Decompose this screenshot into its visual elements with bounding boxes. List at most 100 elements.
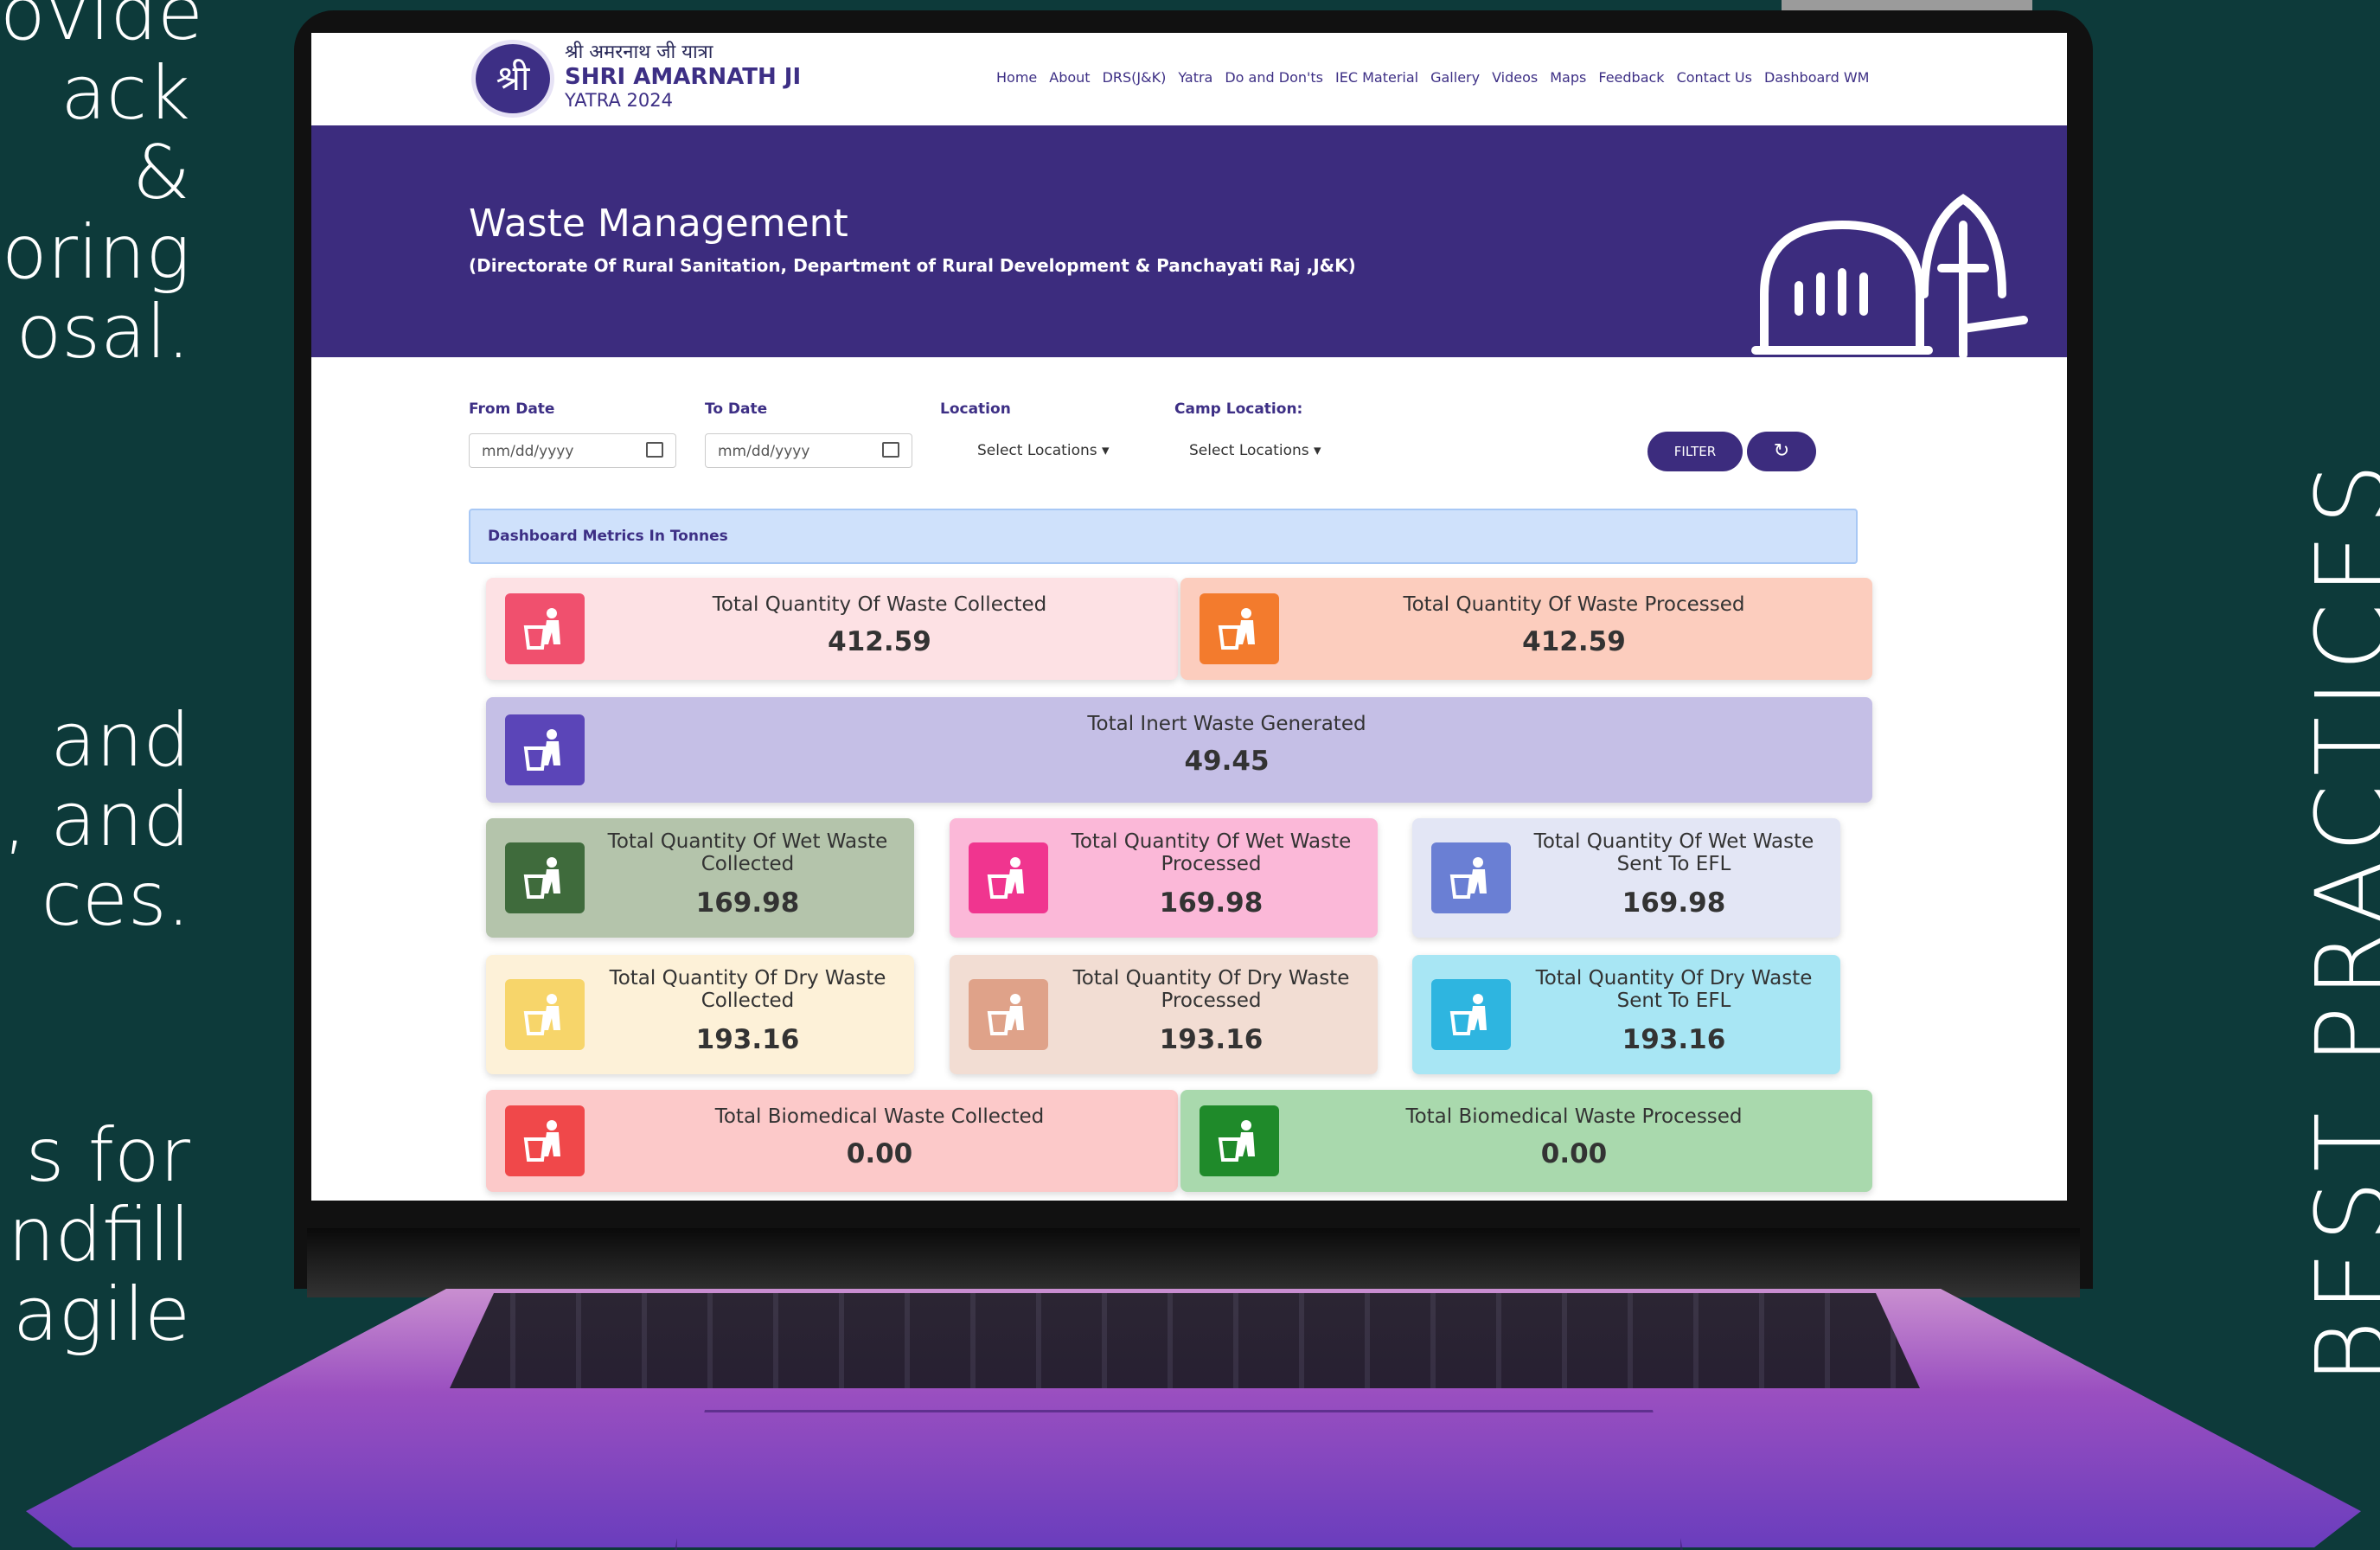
- waste-bin-icon: [1200, 593, 1279, 664]
- slide-line: ndfill: [7, 1192, 190, 1278]
- page-banner: Waste Management (Directorate Of Rural S…: [311, 125, 2067, 357]
- to-date-placeholder: mm/dd/yyyy: [718, 443, 810, 460]
- location-select[interactable]: Select Locations ▾: [977, 442, 1110, 459]
- page-subtitle: (Directorate Of Rural Sanitation, Depart…: [469, 255, 1356, 276]
- waste-bin-icon: [969, 842, 1048, 913]
- waste-bin-icon: [505, 842, 585, 913]
- vertical-title: BEST PRACTICES: [2296, 454, 2380, 1384]
- laptop-screen: श्री श्री अमरनाथ जी यात्रा SHRI AMARNATH…: [311, 33, 2067, 1201]
- waste-bin-icon: [1200, 1105, 1279, 1176]
- metric-value: 412.59: [828, 626, 931, 657]
- waste-bin-icon: [969, 979, 1048, 1050]
- from-date-placeholder: mm/dd/yyyy: [482, 443, 574, 460]
- brand[interactable]: श्री अमरनाथ जी यात्रा SHRI AMARNATH JI Y…: [565, 42, 801, 111]
- slide-line: ces.: [41, 856, 190, 943]
- calendar-icon[interactable]: [646, 442, 663, 458]
- metric-label: Total Quantity Of Wet Waste Collected: [607, 830, 888, 875]
- metric-card: Total Quantity Of Wet Waste Processed 169…: [950, 818, 1378, 938]
- nav-dashboard-wm[interactable]: Dashboard WM: [1764, 69, 1870, 86]
- laptop-trackpad: [675, 1410, 1683, 1550]
- metric-value: 412.59: [1522, 626, 1626, 657]
- slide-line: oring: [2, 209, 190, 296]
- nav-maps[interactable]: Maps: [1550, 69, 1586, 86]
- nav-contact[interactable]: Contact Us: [1677, 69, 1752, 86]
- metric-value: 169.98: [1159, 887, 1264, 919]
- from-date-input[interactable]: mm/dd/yyyy: [469, 433, 676, 468]
- metric-card: Total Quantity Of Dry Waste Sent To EFL 1…: [1412, 955, 1840, 1074]
- nav-about[interactable]: About: [1049, 69, 1090, 86]
- metric-value: 0.00: [846, 1138, 913, 1169]
- slide-text-block-3: s for ndfill agile: [0, 1116, 190, 1355]
- metric-card: Total Quantity Of Dry Waste Collected 193…: [486, 955, 914, 1074]
- nav-yatra[interactable]: Yatra: [1178, 69, 1212, 86]
- metric-value: 0.00: [1540, 1138, 1608, 1169]
- slide-line: ack &: [61, 50, 190, 216]
- metric-label: Total Biomedical Waste Collected: [714, 1105, 1045, 1128]
- location-label: Location: [940, 400, 1011, 418]
- metric-label: Total Quantity Of Dry Waste Sent To EFL: [1535, 967, 1813, 1012]
- calendar-icon[interactable]: [882, 442, 899, 458]
- filter-button[interactable]: FILTER: [1647, 432, 1743, 471]
- metric-label: Total Quantity Of Waste Collected: [712, 593, 1047, 616]
- page-title: Waste Management: [469, 202, 848, 246]
- slide-line: osal.: [16, 289, 190, 375]
- site-logo[interactable]: श्री: [471, 40, 554, 118]
- brand-hindi: श्री अमरनाथ जी यात्रा: [565, 42, 713, 63]
- nav-do-donts[interactable]: Do and Don'ts: [1225, 69, 1323, 86]
- metrics-header: Dashboard Metrics In Tonnes: [469, 509, 1858, 564]
- waste-bin-icon: [1431, 842, 1511, 913]
- to-date-label: To Date: [705, 400, 768, 418]
- camp-location-label: Camp Location:: [1174, 400, 1303, 418]
- metric-value: 193.16: [1159, 1024, 1264, 1055]
- nav-iec-material[interactable]: IEC Material: [1335, 69, 1418, 86]
- from-date-label: From Date: [469, 400, 555, 418]
- slide-line: and: [50, 697, 190, 784]
- slide-line: s for: [25, 1112, 190, 1199]
- waste-bin-icon: [505, 979, 585, 1050]
- brand-name: SHRI AMARNATH JI: [565, 64, 802, 90]
- nav-drs[interactable]: DRS(J&K): [1103, 69, 1167, 86]
- slide-line: agile: [12, 1271, 190, 1358]
- metric-value: 169.98: [695, 887, 800, 919]
- refresh-icon[interactable]: ↻: [1747, 432, 1816, 471]
- nav-feedback[interactable]: Feedback: [1598, 69, 1664, 86]
- metric-card: Total Quantity Of Waste Processed 412.59: [1180, 578, 1872, 680]
- metric-card: Total Quantity Of Waste Collected 412.59: [486, 578, 1178, 680]
- metric-card: Total Biomedical Waste Collected 0.00: [486, 1090, 1178, 1192]
- metric-label: Total Quantity Of Wet Waste Processed: [1071, 830, 1352, 875]
- slide-line: ovide: [0, 0, 203, 57]
- metric-label: Total Biomedical Waste Processed: [1405, 1105, 1743, 1128]
- waste-bin-icon: [505, 593, 585, 664]
- main-nav: Home About DRS(J&K) Yatra Do and Don'ts …: [996, 69, 1869, 86]
- to-date-input[interactable]: mm/dd/yyyy: [705, 433, 912, 468]
- metric-card: Total Biomedical Waste Processed 0.00: [1180, 1090, 1872, 1192]
- camp-location-select[interactable]: Select Locations ▾: [1189, 442, 1321, 459]
- laptop-hinge: [307, 1228, 2080, 1297]
- laptop-keyboard: [450, 1293, 1920, 1388]
- metric-label: Total Quantity Of Dry Waste Collected: [609, 967, 886, 1012]
- waste-bin-icon: [1431, 979, 1511, 1050]
- site-header: श्री श्री अमरनाथ जी यात्रा SHRI AMARNATH…: [311, 33, 2067, 125]
- metric-card: Total Quantity Of Wet Waste Collected 169…: [486, 818, 914, 938]
- laptop-edge: [1782, 0, 2032, 10]
- metric-label: Total Quantity Of Dry Waste Processed: [1072, 967, 1350, 1012]
- metric-value: 169.98: [1622, 887, 1726, 919]
- metric-card: Total Quantity Of Dry Waste Processed 193…: [950, 955, 1378, 1074]
- slide-line: , and: [3, 777, 190, 863]
- filter-bar: From Date mm/dd/yyyy To Date mm/dd/yyyy …: [311, 357, 2067, 504]
- shrine-trident-icon: [1751, 193, 2028, 357]
- nav-videos[interactable]: Videos: [1492, 69, 1538, 86]
- slide-text-block-2: and , and ces.: [0, 701, 190, 939]
- metric-label: Total Inert Waste Generated: [1087, 713, 1366, 735]
- metric-label: Total Quantity Of Wet Waste Sent To EFL: [1533, 830, 1814, 875]
- metric-value: 193.16: [1622, 1024, 1726, 1055]
- slide-text-block-1: ovide ack & oring osal.: [0, 0, 203, 375]
- metric-value: 49.45: [1184, 746, 1270, 777]
- waste-bin-icon: [505, 1105, 585, 1176]
- nav-home[interactable]: Home: [996, 69, 1037, 86]
- metric-label: Total Quantity Of Waste Processed: [1403, 593, 1745, 616]
- brand-year: YATRA 2024: [565, 90, 673, 111]
- nav-gallery[interactable]: Gallery: [1430, 69, 1480, 86]
- waste-bin-icon: [505, 714, 585, 785]
- metric-card: Total Quantity Of Wet Waste Sent To EFL 1…: [1412, 818, 1840, 938]
